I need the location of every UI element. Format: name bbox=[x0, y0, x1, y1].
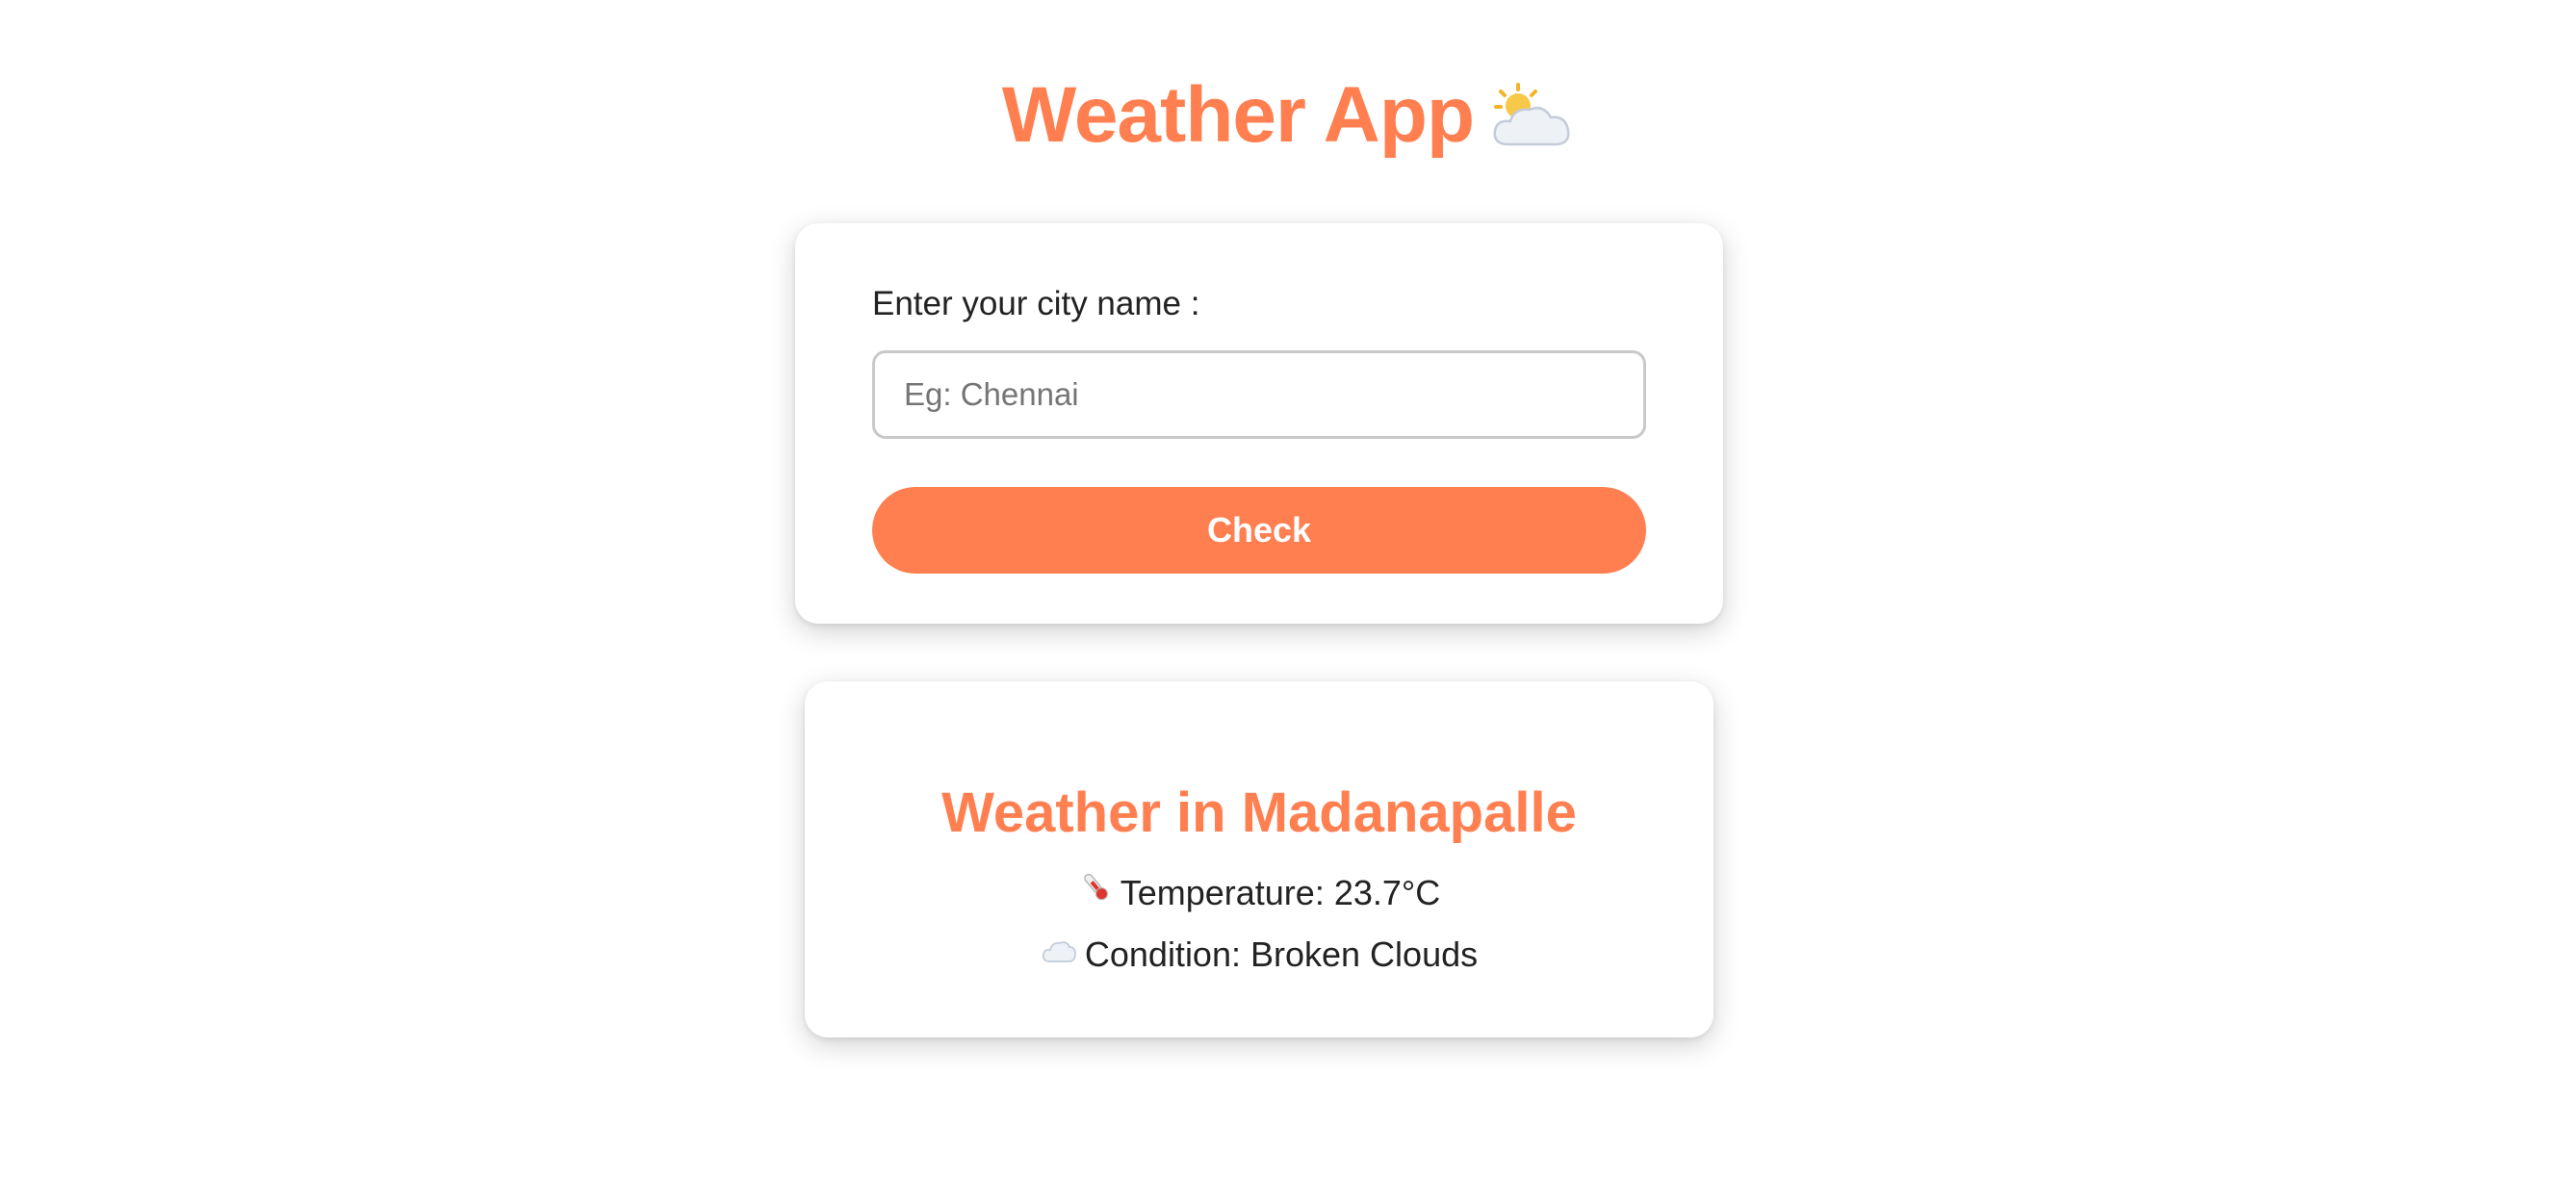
weather-result-card: Weather in Madanapalle Temperature: 23.7… bbox=[805, 681, 1713, 1037]
app-title-text: Weather App bbox=[1001, 71, 1475, 159]
result-title: Weather in Madanapalle bbox=[941, 781, 1577, 844]
temperature-row: Temperature: 23.7°C bbox=[805, 868, 1713, 920]
sun-behind-cloud-icon bbox=[1487, 74, 1574, 151]
condition-text: Condition: Broken Clouds bbox=[1084, 935, 1479, 975]
city-input[interactable] bbox=[872, 350, 1646, 439]
check-button[interactable]: Check bbox=[872, 487, 1646, 574]
app-title: Weather App bbox=[0, 58, 2576, 173]
city-form-card: Enter your city name : Check bbox=[795, 223, 1723, 624]
cloud-icon bbox=[1041, 930, 1077, 980]
city-label: Enter your city name : bbox=[872, 285, 1200, 322]
condition-row: Condition: Broken Clouds bbox=[805, 930, 1713, 982]
temperature-text: Temperature: 23.7°C bbox=[1120, 873, 1441, 912]
thermometer-icon bbox=[1078, 867, 1113, 917]
